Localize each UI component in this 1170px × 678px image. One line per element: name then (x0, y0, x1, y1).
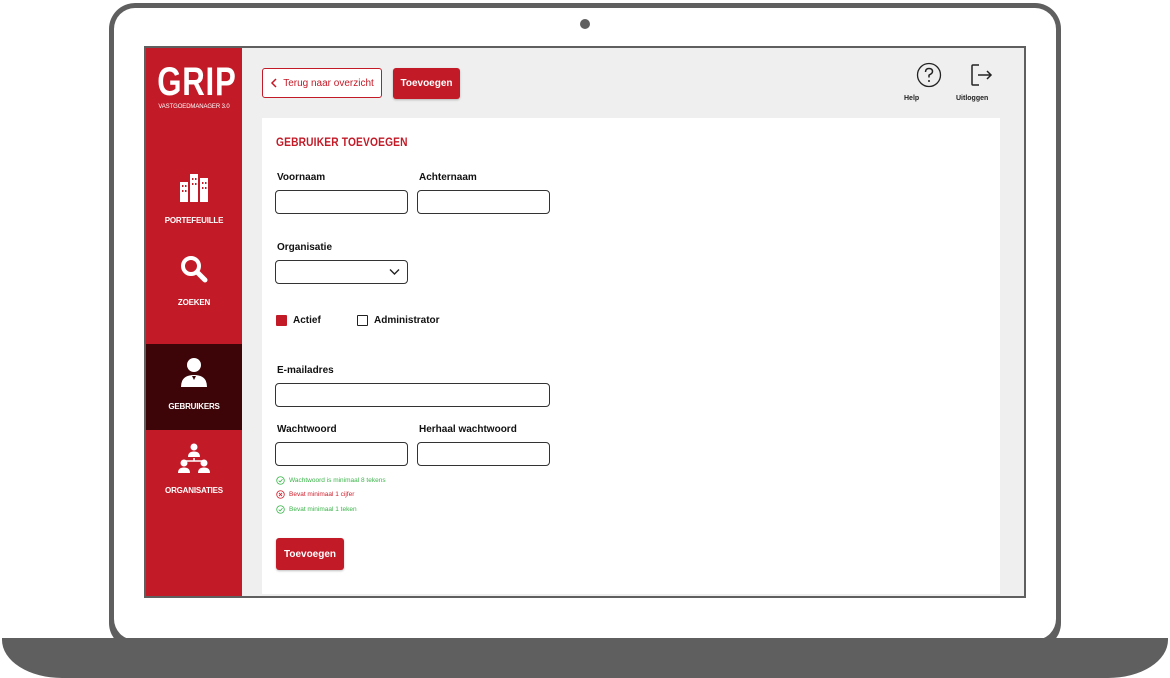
user-icon (181, 358, 207, 387)
administrator-label: Administrator (374, 315, 440, 326)
sidebar-item-label: ZOEKEN (177, 298, 211, 307)
active-label: Actief (293, 315, 321, 326)
page-title: GEBRUIKER TOEVOEGEN (276, 135, 408, 149)
password-repeat-label: Herhaal wachtwoord (419, 424, 517, 435)
password-field[interactable] (275, 442, 408, 466)
active-checkbox[interactable]: Actief (276, 315, 321, 326)
laptop-base (2, 638, 1168, 678)
search-icon (181, 256, 208, 283)
rule-text: Bevat minimaal 1 cijfer (289, 491, 355, 498)
help-icon (916, 62, 942, 88)
form-card: GEBRUIKER TOEVOEGEN Voornaam Achternaam … (262, 118, 1000, 594)
organisation-select[interactable] (275, 260, 408, 284)
checkbox-unchecked (357, 315, 368, 326)
organisation-label: Organisatie (277, 242, 333, 253)
checkbox-checked (276, 315, 287, 326)
sidebar-item-label: ORGANISATIES (165, 486, 223, 495)
last-name-field[interactable] (417, 190, 550, 214)
password-label: Wachtwoord (277, 424, 337, 435)
sidebar-item-portefeuille[interactable]: PORTEFEUILLE (146, 170, 242, 240)
back-to-overview-button[interactable]: Terug naar overzicht (262, 68, 382, 98)
logout-icon (971, 64, 993, 86)
first-name-field[interactable] (275, 190, 408, 214)
org-icon (178, 443, 210, 473)
check-circle-icon (276, 476, 285, 485)
sidebar-item-zoeken[interactable]: ZOEKEN (146, 254, 242, 320)
logout-label: Uitloggen (956, 95, 989, 102)
logout-button[interactable]: Uitloggen (956, 62, 1006, 102)
email-label: E-mailadres (277, 365, 334, 376)
sidebar: GRIP VASTGOEDMANAGER 3.0 PORTEFEUILLE ZO… (146, 48, 242, 596)
back-button-label: Terug naar overzicht (283, 77, 374, 89)
chevron-down-icon (389, 269, 400, 275)
top-bar: Terug naar overzicht Toevoegen Help Uitl… (242, 48, 1024, 118)
submit-add-button[interactable]: Toevoegen (276, 538, 344, 570)
add-button-top[interactable]: Toevoegen (393, 68, 460, 99)
error-circle-icon (276, 490, 285, 499)
help-button[interactable]: Help (904, 62, 954, 102)
app-screen: GRIP VASTGOEDMANAGER 3.0 PORTEFEUILLE ZO… (144, 46, 1026, 598)
first-name-label: Voornaam (277, 172, 326, 183)
password-repeat-field[interactable] (417, 442, 550, 466)
brand-subtitle: VASTGOEDMANAGER 3.0 (158, 104, 230, 110)
password-rule-length: Wachtwoord is minimaal 8 tekens (276, 476, 386, 485)
sidebar-item-label: GEBRUIKERS (168, 402, 220, 411)
help-label: Help (904, 95, 920, 102)
password-rule-digit: Bevat minimaal 1 cijfer (276, 490, 354, 499)
brand-logo[interactable]: GRIP VASTGOEDMANAGER 3.0 (146, 62, 242, 110)
sidebar-item-gebruikers[interactable]: GEBRUIKERS (146, 344, 242, 430)
camera-dot (580, 19, 590, 29)
rule-text: Wachtwoord is minimaal 8 tekens (289, 477, 386, 484)
rule-text: Bevat minimaal 1 teken (289, 506, 357, 513)
brand-name: GRIP (157, 60, 237, 104)
administrator-checkbox[interactable]: Administrator (357, 315, 440, 326)
buildings-icon (180, 174, 208, 202)
check-circle-icon (276, 505, 285, 514)
sidebar-item-organisaties[interactable]: ORGANISATIES (146, 442, 242, 508)
email-field[interactable] (275, 383, 550, 407)
chevron-left-icon (271, 78, 277, 88)
last-name-label: Achternaam (419, 172, 477, 183)
sidebar-item-label: PORTEFEUILLE (164, 216, 224, 225)
password-rule-character: Bevat minimaal 1 teken (276, 505, 357, 514)
